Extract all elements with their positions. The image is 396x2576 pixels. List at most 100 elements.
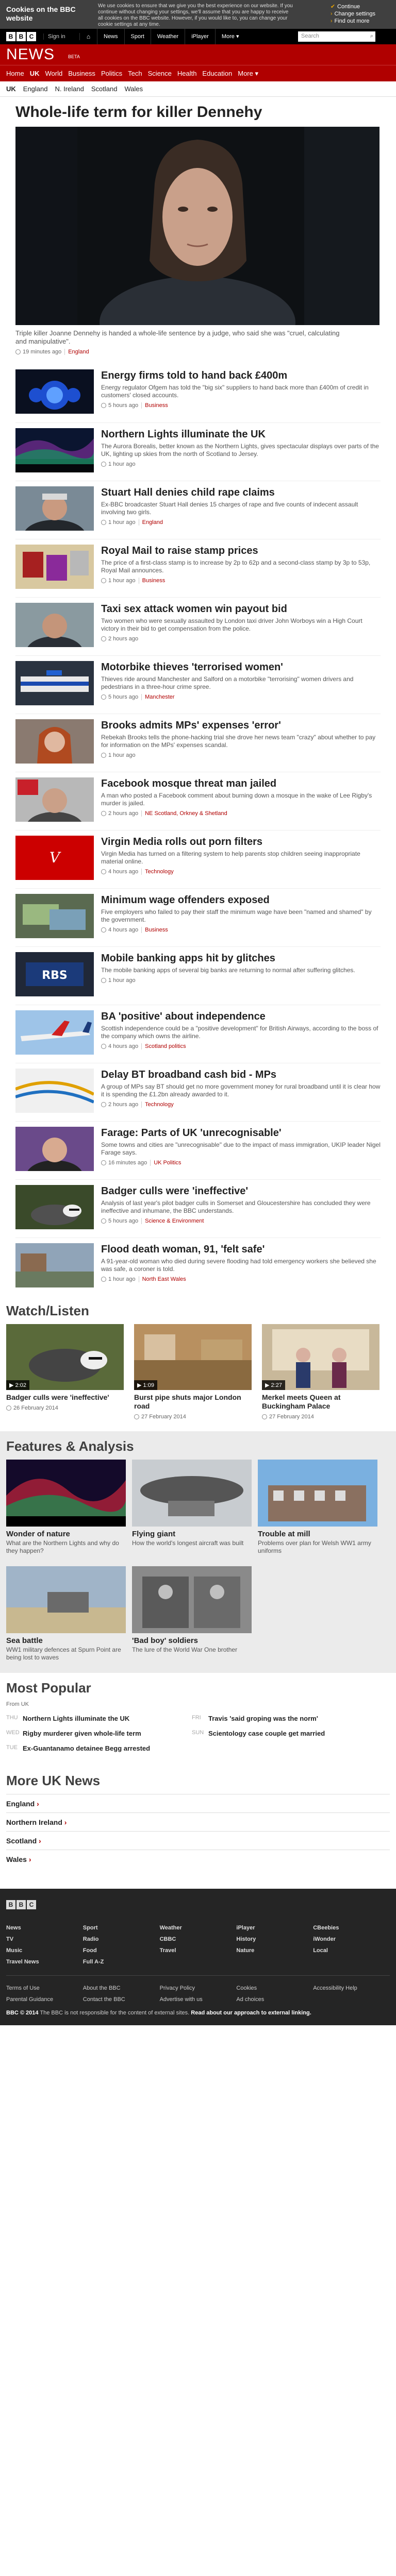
newsnav-uk[interactable]: UK bbox=[30, 70, 40, 77]
story-headline[interactable]: Delay BT broadband cash bid - MPs bbox=[101, 1069, 381, 1081]
feature-title[interactable]: Sea battle bbox=[6, 1636, 126, 1645]
footer-legal-link[interactable]: Ad choices bbox=[236, 1996, 313, 2003]
footer-link[interactable]: Music bbox=[6, 1947, 83, 1954]
popular-item[interactable]: FRI Travis 'said groping was the norm' bbox=[192, 1715, 377, 1722]
footer-link[interactable]: CBeebies bbox=[313, 1925, 390, 1931]
lead-tag[interactable]: England bbox=[64, 349, 89, 355]
newsnav-home[interactable]: Home bbox=[6, 70, 24, 77]
video-thumbnail[interactable]: ▶ 2:27 bbox=[262, 1324, 380, 1390]
footer-link[interactable]: Weather bbox=[160, 1925, 237, 1931]
story-tag[interactable]: Business bbox=[141, 927, 168, 933]
footer-link[interactable]: Food bbox=[83, 1947, 160, 1954]
newsnav-science[interactable]: Science bbox=[148, 70, 172, 77]
footer-legal-link[interactable]: Terms of Use bbox=[6, 1985, 83, 1991]
lead-headline[interactable]: Whole-life term for killer Dennehy bbox=[15, 103, 381, 122]
feature-item[interactable]: Sea battle WW1 military defences at Spurn… bbox=[6, 1566, 126, 1662]
story-tag[interactable]: UK Politics bbox=[150, 1160, 181, 1166]
more-uk-news-item[interactable]: England › bbox=[6, 1794, 390, 1812]
footer-legal-link[interactable]: Contact the BBC bbox=[83, 1996, 160, 2003]
video-title[interactable]: Badger culls were 'ineffective' bbox=[6, 1393, 124, 1402]
newsnav-politics[interactable]: Politics bbox=[101, 70, 122, 77]
feature-title[interactable]: Flying giant bbox=[132, 1530, 252, 1538]
more-uk-news-item[interactable]: Scotland › bbox=[6, 1831, 390, 1850]
feature-title[interactable]: Wonder of nature bbox=[6, 1530, 126, 1538]
story-headline[interactable]: Flood death woman, 91, 'felt safe' bbox=[101, 1243, 381, 1256]
story-headline[interactable]: Energy firms told to hand back £400m bbox=[101, 369, 381, 382]
popular-title[interactable]: Rigby murderer given whole-life term bbox=[23, 1730, 141, 1737]
footer-link[interactable]: Local bbox=[313, 1947, 390, 1954]
popular-item[interactable]: WED Rigby murderer given whole-life term bbox=[6, 1730, 192, 1737]
nav-news[interactable]: News bbox=[97, 29, 124, 44]
feature-item[interactable]: Trouble at mill Problems over plan for We… bbox=[258, 1460, 377, 1555]
feature-image[interactable] bbox=[6, 1566, 126, 1633]
feature-image[interactable] bbox=[258, 1460, 377, 1527]
newsnav-tech[interactable]: Tech bbox=[128, 70, 142, 77]
story-tag[interactable]: Business bbox=[138, 578, 165, 584]
footer-legal-link[interactable]: About the BBC bbox=[83, 1985, 160, 1991]
story-item[interactable]: Royal Mail to raise stamp prices The pric… bbox=[15, 539, 381, 597]
story-thumbnail[interactable] bbox=[15, 1069, 94, 1113]
story-headline[interactable]: Virgin Media rolls out porn filters bbox=[101, 836, 381, 848]
newsnav-health[interactable]: Health bbox=[177, 70, 197, 77]
bbc-logo[interactable]: BBC bbox=[6, 32, 36, 41]
footer-legal-link[interactable]: Parental Guidance bbox=[6, 1996, 83, 2003]
video-thumbnail[interactable]: ▶ 1:09 bbox=[134, 1324, 252, 1390]
external-linking-link[interactable]: Read about our approach to external link… bbox=[191, 2010, 311, 2016]
footer-legal-link[interactable]: Accessibility Help bbox=[313, 1985, 390, 1991]
story-thumbnail[interactable] bbox=[15, 369, 94, 414]
subnav-scotland[interactable]: Scotland bbox=[91, 85, 118, 93]
nav-iplayer[interactable]: iPlayer bbox=[185, 29, 215, 44]
popular-item[interactable]: TUE Ex-Guantanamo detainee Begg arrested bbox=[6, 1744, 192, 1752]
footer-legal-link[interactable]: Cookies bbox=[236, 1985, 313, 1991]
feature-title[interactable]: Trouble at mill bbox=[258, 1530, 377, 1538]
story-thumbnail[interactable] bbox=[15, 1010, 94, 1055]
feature-title[interactable]: 'Bad boy' soldiers bbox=[132, 1636, 252, 1645]
popular-title[interactable]: Northern Lights illuminate the UK bbox=[23, 1715, 129, 1722]
feature-image[interactable] bbox=[132, 1460, 252, 1527]
popular-title[interactable]: Ex-Guantanamo detainee Begg arrested bbox=[23, 1744, 150, 1752]
story-item[interactable]: RBS Mobile banking apps hit by glitches Th… bbox=[15, 946, 381, 1005]
footer-link[interactable]: Travel News bbox=[6, 1959, 83, 1965]
story-headline[interactable]: Stuart Hall denies child rape claims bbox=[101, 486, 381, 499]
nav-more[interactable]: More ▾ bbox=[214, 29, 245, 44]
story-thumbnail[interactable] bbox=[15, 545, 94, 589]
story-item[interactable]: Facebook mosque threat man jailed A man w… bbox=[15, 772, 381, 830]
lead-image[interactable] bbox=[15, 127, 380, 325]
story-tag[interactable]: Manchester bbox=[141, 694, 175, 700]
popular-title[interactable]: Travis 'said groping was the norm' bbox=[208, 1715, 318, 1722]
story-thumbnail[interactable] bbox=[15, 1243, 94, 1287]
story-headline[interactable]: Minimum wage offenders exposed bbox=[101, 894, 381, 906]
cookie-change-settings-link[interactable]: › Change settings bbox=[331, 10, 375, 18]
footer-link[interactable]: Radio bbox=[83, 1936, 160, 1942]
footer-link[interactable]: iWonder bbox=[313, 1936, 390, 1942]
story-thumbnail[interactable] bbox=[15, 777, 94, 822]
story-thumbnail[interactable]: RBS bbox=[15, 952, 94, 996]
story-tag[interactable]: Technology bbox=[141, 869, 174, 875]
video-item[interactable]: ▶ 2:02 Badger culls were 'ineffective' 26 … bbox=[6, 1324, 124, 1420]
story-headline[interactable]: BA 'positive' about independence bbox=[101, 1010, 381, 1023]
feature-item[interactable]: Flying giant How the world's longest airc… bbox=[132, 1460, 252, 1555]
story-item[interactable]: Brooks admits MPs' expenses 'error' Rebek… bbox=[15, 714, 381, 772]
popular-item[interactable]: SUN Scientology case couple get married bbox=[192, 1730, 377, 1737]
story-headline[interactable]: Northern Lights illuminate the UK bbox=[101, 428, 381, 440]
story-thumbnail[interactable] bbox=[15, 603, 94, 647]
story-thumbnail[interactable] bbox=[15, 894, 94, 938]
subnav-n-ireland[interactable]: N. Ireland bbox=[55, 85, 84, 93]
story-item[interactable]: Stuart Hall denies child rape claims Ex-B… bbox=[15, 481, 381, 539]
story-tag[interactable]: NE Scotland, Orkney & Shetland bbox=[141, 810, 227, 817]
footer-legal-link[interactable]: Advertise with us bbox=[160, 1996, 237, 2003]
story-headline[interactable]: Taxi sex attack women win payout bid bbox=[101, 603, 381, 615]
story-headline[interactable]: Farage: Parts of UK 'unrecognisable' bbox=[101, 1127, 381, 1139]
video-thumbnail[interactable]: ▶ 2:02 bbox=[6, 1324, 124, 1390]
signin-link[interactable]: Sign in bbox=[43, 33, 79, 40]
cookie-find-out-more-link[interactable]: › Find out more bbox=[331, 18, 375, 25]
video-item[interactable]: ▶ 1:09 Burst pipe shuts major London road… bbox=[134, 1324, 252, 1420]
search-input[interactable]: Search ⌕ bbox=[298, 31, 375, 42]
footer-link[interactable]: Nature bbox=[236, 1947, 313, 1954]
story-item[interactable]: V Virgin Media rolls out porn filters Virg… bbox=[15, 830, 381, 888]
footer-legal-link[interactable]: Privacy Policy bbox=[160, 1985, 237, 1991]
subnav-england[interactable]: England bbox=[23, 85, 48, 93]
story-item[interactable]: Taxi sex attack women win payout bid Two … bbox=[15, 597, 381, 655]
newsnav-business[interactable]: Business bbox=[68, 70, 95, 77]
story-item[interactable]: Northern Lights illuminate the UK The Aur… bbox=[15, 422, 381, 481]
